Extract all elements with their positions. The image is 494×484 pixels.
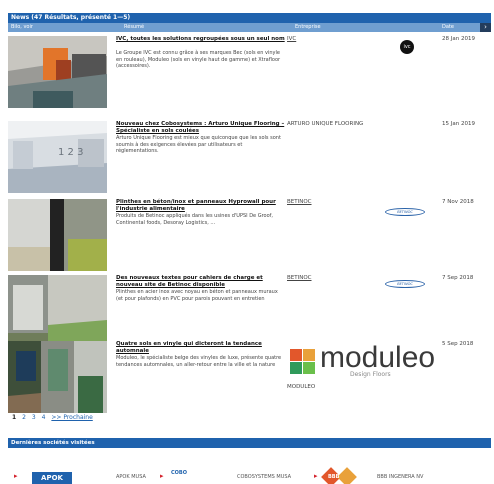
col-image[interactable]: Bilo, voir: [11, 23, 33, 32]
next-page-link[interactable]: >> Prochaine: [51, 414, 92, 421]
office-image: [8, 36, 107, 108]
news-row: Quatre sols en vinyle qui dicteront la t…: [0, 341, 483, 415]
news-description: Arturo Unique Flooring est mieux que qui…: [116, 135, 281, 154]
ivc-logo: ivc: [400, 40, 414, 54]
page-4[interactable]: 4: [42, 414, 46, 421]
visited-company-link[interactable]: BBB INGENERA NV: [377, 474, 423, 480]
news-thumbnail[interactable]: [8, 199, 107, 271]
cobo-logo[interactable]: COBO: [171, 470, 187, 476]
news-row: Plinthes en béton/inox et panneaux Hypro…: [0, 199, 483, 273]
company-name: ARTURO UNIQUE FLOORING: [287, 121, 364, 127]
col-date[interactable]: Date: [442, 23, 454, 32]
news-description: Moduleo, le spécialiste belge des vinyle…: [116, 355, 282, 368]
col-company[interactable]: Entreprise: [295, 23, 321, 32]
visited-company-link[interactable]: APOK MUSA: [116, 474, 146, 480]
news-date: 28 Jan 2019: [442, 36, 475, 42]
floor-image: 1 2 3: [8, 121, 107, 193]
news-row: IVC, toutes les solutions regroupées sou…: [0, 36, 483, 110]
page-3[interactable]: 3: [32, 414, 36, 421]
moduleo-mark: [290, 349, 315, 374]
vinyl-image: [8, 341, 107, 413]
recently-visited-list: ▸ APOK APOK MUSA ▸ COBO COBOSYSTEMS MUSA…: [8, 467, 491, 484]
plinth-image: [8, 199, 107, 271]
news-thumbnail[interactable]: [8, 341, 107, 413]
page-1[interactable]: 1: [12, 414, 16, 421]
betinoc-logo: BETINOC: [385, 208, 425, 216]
news-row: Des nouveaux textes pour cahiers de char…: [0, 275, 483, 349]
news-date: 7 Nov 2018: [442, 199, 474, 205]
news-title-link[interactable]: IVC, toutes les solutions regroupées sou…: [116, 36, 286, 43]
visited-company-link[interactable]: COBOSYSTEMS MUSA: [237, 474, 291, 480]
chevron-right-icon: ▸: [160, 472, 164, 480]
apok-logo[interactable]: APOK: [32, 472, 72, 484]
betinoc-logo: BETINOC: [385, 280, 425, 288]
news-title-link[interactable]: Plinthes en béton/inox et panneaux Hypro…: [116, 199, 286, 213]
svg-text:1 2 3: 1 2 3: [58, 147, 83, 158]
moduleo-wordmark: moduleo: [320, 341, 436, 374]
company-link[interactable]: BETINOC: [287, 275, 312, 281]
news-title-link[interactable]: Des nouveaux textes pour cahiers de char…: [116, 275, 286, 289]
news-description: Le Groupe IVC est connu grâce à ses marq…: [116, 50, 281, 69]
column-header-bar: Bilo, voir Résumé Entreprise Date ›: [8, 23, 491, 32]
moduleo-subtitle: Design Floors: [350, 371, 391, 378]
kitchen-image: [8, 275, 107, 347]
news-description: Produits de Betinoc appliqués dans les u…: [116, 213, 274, 226]
news-date: 7 Sep 2018: [442, 275, 474, 281]
news-description: Plinthes en acier inox avec noyau en bét…: [116, 289, 278, 302]
recently-visited-header: Dernières sociétés visitées: [8, 438, 491, 448]
news-date: 5 Sep 2018: [442, 341, 474, 347]
news-thumbnail[interactable]: 1 2 3: [8, 121, 107, 193]
news-title-link[interactable]: Nouveau chez Cobosystems : Arturo Unique…: [116, 121, 286, 135]
company-link[interactable]: BETINOC: [287, 199, 312, 205]
col-summary[interactable]: Résumé: [124, 23, 144, 32]
arrow-right-icon[interactable]: ›: [480, 23, 491, 32]
chevron-right-icon: ▸: [314, 472, 318, 480]
bbb-logo[interactable]: BBB: [321, 467, 358, 484]
news-thumbnail[interactable]: [8, 275, 107, 347]
page-2[interactable]: 2: [22, 414, 26, 421]
company-link[interactable]: IVC: [287, 36, 296, 42]
pagination: 1 2 3 4 >> Prochaine: [12, 414, 97, 421]
news-panel: News (47 Résultats, présenté 1—5) Bilo, …: [8, 13, 491, 32]
news-header: News (47 Résultats, présenté 1—5): [8, 13, 491, 23]
moduleo-logo: moduleo Design Floors: [290, 341, 440, 379]
chevron-right-icon: ▸: [14, 472, 18, 480]
news-row: 1 2 3 Nouveau chez Cobosystems : Arturo …: [0, 121, 483, 195]
news-date: 15 Jan 2019: [442, 121, 475, 127]
news-thumbnail[interactable]: [8, 36, 107, 108]
company-name: MODULEO: [287, 384, 316, 390]
news-title-link[interactable]: Quatre sols en vinyle qui dicteront la t…: [116, 341, 286, 355]
